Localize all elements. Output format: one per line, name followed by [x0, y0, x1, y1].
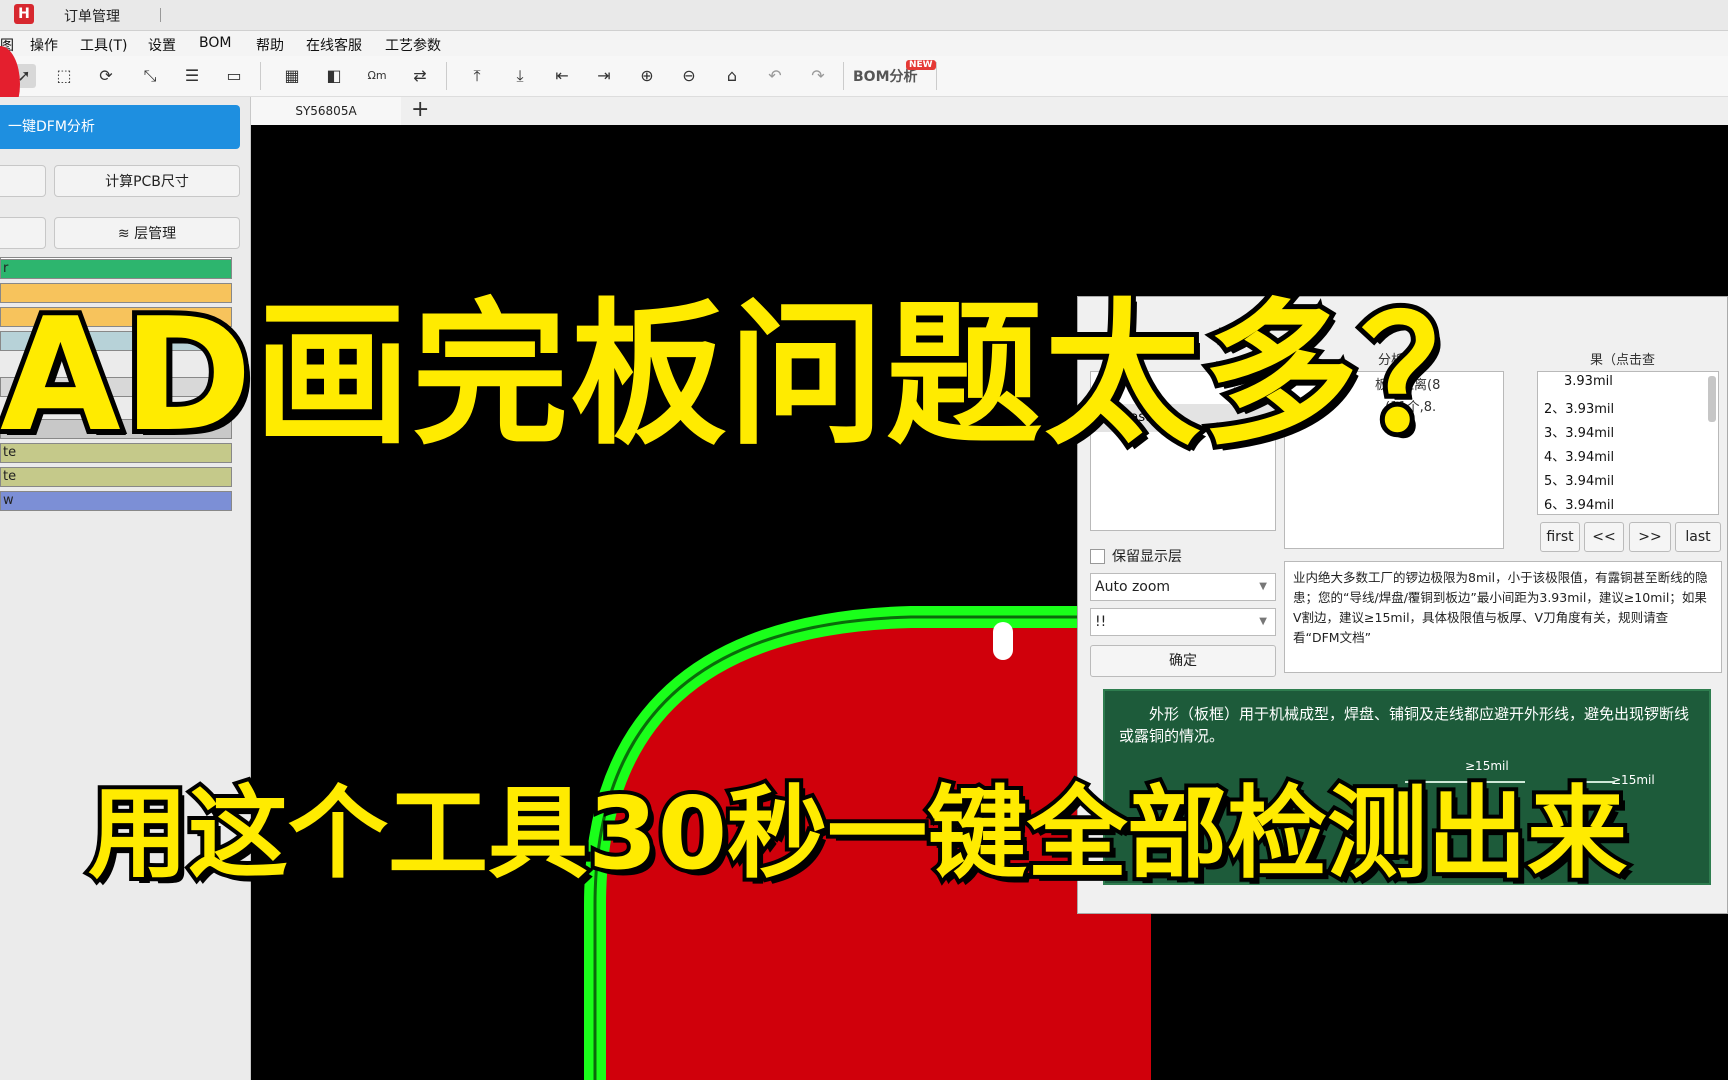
filter-select[interactable]: !! ▼ [1090, 608, 1276, 636]
mounting-slot [993, 622, 1013, 660]
left-tool-button[interactable] [0, 165, 46, 197]
calc-pcb-size-button[interactable]: 计算PCB尺寸 [54, 165, 240, 197]
document-tab-bar: SY56805A + [251, 97, 1728, 125]
result-item[interactable]: 3、3.94mil [1544, 422, 1614, 441]
zoom-select-value: Auto zoom [1095, 579, 1171, 595]
first-button[interactable]: first [1540, 522, 1580, 552]
result-item[interactable]: 6、3.94mil [1544, 494, 1614, 513]
result-list[interactable]: 3.93mil 2、3.93mil 3、3.94mil 4、3.94mil 5、… [1537, 371, 1719, 515]
zoom-box-icon[interactable]: ⬚ [52, 64, 76, 88]
undo-icon[interactable]: ↶ [763, 64, 787, 88]
menu-bar: 图 操作 工具(T) 设置 BOM 帮助 在线客服 工艺参数 [0, 31, 1728, 56]
route-icon[interactable]: ⤡ [138, 64, 162, 88]
layers-icon: ≋ [117, 226, 135, 242]
toolbar-separator [260, 62, 261, 90]
left-panel: 一键DFM分析 计算PCB尺寸 ≋ 层管理 r 2 te te w [0, 97, 251, 1080]
menu-operate[interactable]: 操作 [30, 35, 58, 55]
align-icon[interactable]: ☰ [180, 64, 204, 88]
headline-overlay: AD画完板问题太多？ [0, 279, 1521, 471]
tab-sy56805a[interactable]: SY56805A [251, 97, 401, 125]
subheadline-overlay: 用这个工具30秒一键全部检测出来 [84, 771, 1631, 896]
ruler-icon[interactable]: ▭ [222, 64, 246, 88]
column-result: 果（点击查 [1590, 353, 1656, 368]
new-badge: NEW [906, 60, 936, 70]
menu-tools[interactable]: 工具(T) [80, 35, 127, 55]
layer-manage-label: 层管理 [134, 226, 177, 242]
left-tool-button[interactable] [0, 217, 46, 249]
app-logo: H [14, 4, 34, 24]
next-button[interactable]: >> [1629, 522, 1671, 552]
last-button[interactable]: last [1675, 522, 1721, 552]
zoom-in-icon[interactable]: ⊕ [635, 64, 659, 88]
keep-layer-label: 保留显示层 [1112, 549, 1182, 565]
toolbar-separator [843, 62, 844, 90]
result-item[interactable]: 3.93mil [1564, 374, 1613, 389]
add-tab-button[interactable]: + [411, 97, 429, 123]
result-item[interactable]: 4、3.94mil [1544, 446, 1614, 465]
filter-select-value: !! [1095, 614, 1107, 630]
window-title: 订单管理 [64, 9, 120, 25]
title-separator [160, 8, 161, 22]
menu-bom[interactable]: BOM [199, 35, 231, 51]
redo-icon[interactable]: ↷ [806, 64, 830, 88]
menu-settings[interactable]: 设置 [148, 35, 176, 55]
layer-row[interactable]: w [0, 491, 232, 511]
swap-icon[interactable]: ⇄ [408, 64, 432, 88]
align-left-icon[interactable]: ⇤ [550, 64, 574, 88]
component-icon[interactable]: ◧ [322, 64, 346, 88]
ohm-icon[interactable]: Ωm [365, 64, 389, 88]
dfm-analysis-button[interactable]: 一键DFM分析 [0, 105, 240, 149]
qr-icon[interactable]: ▦ [280, 64, 304, 88]
result-scrollbar[interactable] [1708, 376, 1716, 422]
chevron-down-icon: ▼ [1259, 616, 1267, 627]
prev-button[interactable]: << [1584, 522, 1624, 552]
menu-process-params[interactable]: 工艺参数 [385, 35, 441, 55]
info-text: 外形（板框）用于机械成型，焊盘、铺铜及走线都应避开外形线，避免出现锣断线或露铜的… [1119, 705, 1690, 745]
menu-online-service[interactable]: 在线客服 [306, 35, 362, 55]
rule-description: 业内绝大多数工厂的锣边极限为8mil，小于该极限值，有露铜甚至断线的隐患；您的“… [1284, 561, 1722, 673]
confirm-button[interactable]: 确定 [1090, 645, 1276, 677]
toolbar-separator [936, 62, 937, 90]
keep-layer-checkbox[interactable] [1090, 549, 1105, 564]
menu-help[interactable]: 帮助 [256, 35, 284, 55]
upload-icon[interactable]: ⤒ [465, 64, 489, 88]
layer-manage-button[interactable]: ≋ 层管理 [54, 217, 240, 249]
download-icon[interactable]: ⤓ [508, 64, 532, 88]
result-item[interactable]: 5、3.94mil [1544, 470, 1614, 489]
home-icon[interactable]: ⌂ [720, 64, 744, 88]
zoom-out-icon[interactable]: ⊖ [677, 64, 701, 88]
chevron-down-icon: ▼ [1259, 581, 1267, 592]
toolbar: ➚ ⬚ ⟳ ⤡ ☰ ▭ ▦ ◧ Ωm ⇄ ⤒ ⤓ ⇤ ⇥ ⊕ ⊖ ⌂ ↶ ↷ B… [0, 56, 1728, 97]
title-bar: H 订单管理 [0, 0, 1728, 31]
rotate-icon[interactable]: ⟳ [94, 64, 118, 88]
align-right-icon[interactable]: ⇥ [592, 64, 616, 88]
zoom-select[interactable]: Auto zoom ▼ [1090, 573, 1276, 601]
toolbar-separator [446, 62, 447, 90]
result-item[interactable]: 2、3.93mil [1544, 398, 1614, 417]
